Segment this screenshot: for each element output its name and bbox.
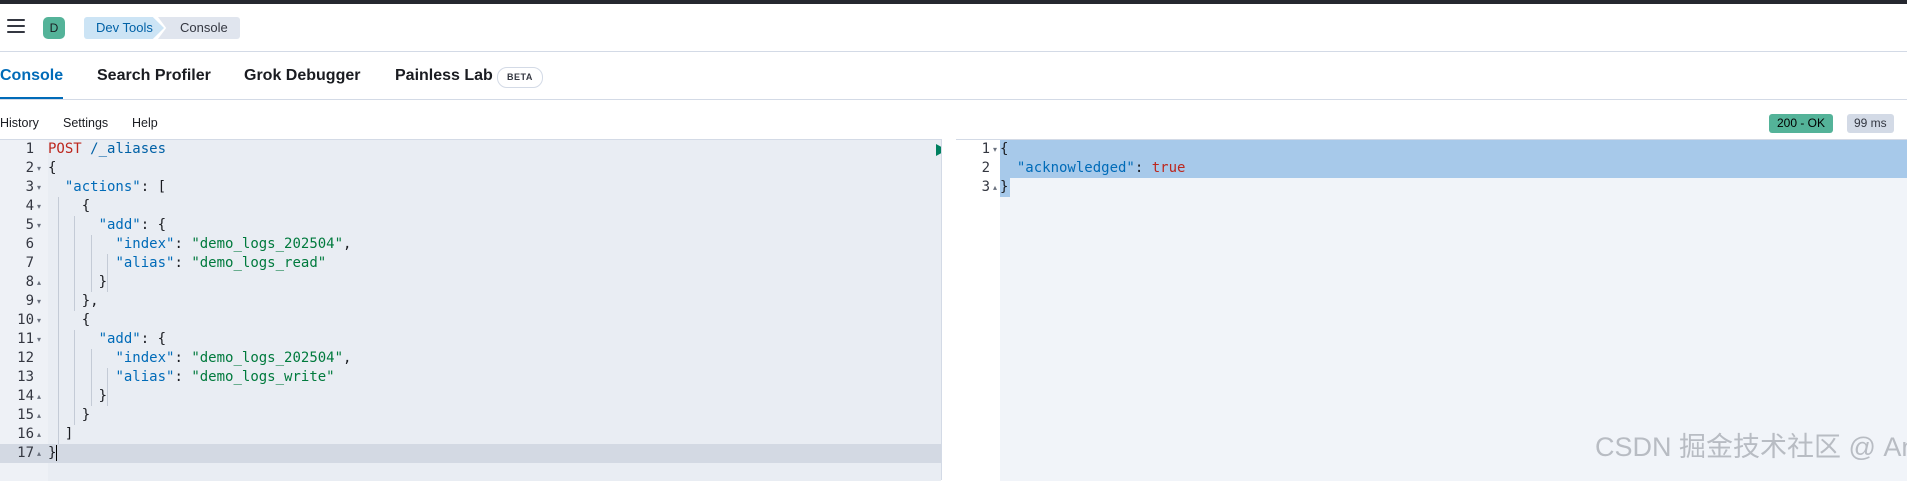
json-string: "demo_logs_202504"	[191, 236, 344, 252]
code-line: }	[81, 407, 91, 423]
code-line: {	[48, 160, 57, 176]
line-number: 2	[25, 160, 34, 176]
json-key: "alias"	[115, 369, 175, 385]
request-url: /_aliases	[90, 141, 167, 157]
fold-arrow-icon[interactable]: ▾	[993, 140, 997, 159]
json-key: "index"	[115, 350, 175, 366]
json-string: "demo_logs_read"	[191, 255, 327, 271]
code-line: "add": {	[98, 331, 167, 347]
fold-arrow-icon[interactable]: ▴	[37, 444, 41, 463]
json-string: "demo_logs_write"	[191, 369, 335, 385]
json-key: "add"	[98, 331, 141, 347]
json-key: "add"	[98, 217, 141, 233]
json-key: "index"	[115, 236, 175, 252]
header-bar: D Dev Tools Console	[0, 4, 1907, 52]
fold-arrow-icon[interactable]: ▴	[37, 425, 41, 444]
settings-link[interactable]: Settings	[63, 116, 108, 130]
code-line: "index": "demo_logs_202504",	[115, 350, 352, 366]
code-line: "actions": [	[64, 179, 167, 195]
line-number: 10	[17, 312, 34, 328]
tab-console[interactable]: Console	[0, 52, 64, 99]
json-key: "actions"	[64, 179, 141, 195]
code-line: POST /_aliases	[48, 140, 166, 159]
space-avatar[interactable]: D	[43, 17, 65, 39]
breadcrumb-console: Console	[158, 17, 240, 39]
line-number: 11	[17, 331, 34, 347]
line-number: 9	[25, 293, 34, 309]
code-line: }	[98, 274, 108, 290]
request-gutter: 1 2 3 4 5 6 7 8 9 10 11 12 13 14 15 16 ▾…	[0, 140, 48, 481]
line-number: 2	[981, 160, 990, 176]
watermark: CSDN 掘金技术社区 @ Andyat	[1595, 432, 1907, 462]
json-key: "acknowledged"	[1016, 160, 1135, 176]
line-number: 7	[25, 255, 34, 271]
line-number: 14	[17, 388, 34, 404]
history-link[interactable]: History	[0, 116, 39, 130]
json-boolean: true	[1151, 160, 1186, 176]
json-key: "alias"	[115, 255, 175, 271]
tab-search-profiler[interactable]: Search Profiler	[97, 52, 211, 99]
code-line: }	[98, 388, 108, 404]
line-number: 1	[981, 141, 990, 157]
code-line: }	[48, 445, 58, 461]
code-line: },	[81, 293, 99, 309]
code-line: {	[1000, 141, 1009, 157]
line-number: 17	[17, 445, 34, 461]
tab-bar: Console Search Profiler Grok Debugger Pa…	[0, 52, 1907, 100]
fold-arrow-icon[interactable]: ▴	[37, 406, 41, 425]
request-editor[interactable]: 1 2 3 4 5 6 7 8 9 10 11 12 13 14 15 16 ▾…	[0, 139, 969, 481]
line-number: 8	[25, 274, 34, 290]
code-line: }	[1000, 179, 1009, 195]
fold-arrow-icon[interactable]: ▾	[37, 216, 41, 235]
tab-grok-debugger[interactable]: Grok Debugger	[244, 52, 360, 99]
response-gutter: 1 2 3 ▾ ▴	[956, 140, 1000, 481]
fold-arrow-icon[interactable]: ▴	[37, 387, 41, 406]
line-number: 3	[25, 179, 34, 195]
fold-arrow-icon[interactable]: ▾	[37, 159, 41, 178]
line-number: 1	[25, 141, 34, 157]
line-number: 13	[17, 369, 34, 385]
fold-arrow-icon[interactable]: ▴	[993, 178, 997, 197]
line-number: 3	[981, 179, 990, 195]
hamburger-menu-icon[interactable]	[7, 19, 25, 35]
line-number: 6	[25, 236, 34, 252]
code-line: {	[81, 312, 91, 328]
fold-arrow-icon[interactable]: ▾	[37, 197, 41, 216]
request-time-badge: 99 ms	[1847, 114, 1894, 133]
tab-painless-lab[interactable]: Painless Lab	[395, 52, 493, 99]
line-number: 15	[17, 407, 34, 423]
code-line: ]	[64, 426, 74, 442]
code-line: "index": "demo_logs_202504",	[115, 236, 352, 252]
code-line: "alias": "demo_logs_read"	[115, 255, 327, 271]
console-toolbar: History Settings Help	[0, 112, 1907, 137]
code-line: {	[81, 198, 91, 214]
request-code[interactable]: POST /_aliases { "actions": [ { "add": {…	[48, 140, 969, 481]
line-number: 16	[17, 426, 34, 442]
fold-arrow-icon[interactable]: ▾	[37, 330, 41, 349]
line-number: 4	[25, 198, 34, 214]
code-line: "acknowledged": true	[1016, 160, 1186, 176]
help-link[interactable]: Help	[132, 116, 158, 130]
fold-arrow-icon[interactable]: ▾	[37, 178, 41, 197]
code-line: "alias": "demo_logs_write"	[115, 369, 335, 385]
line-number: 12	[17, 350, 34, 366]
selection-highlight	[1000, 140, 1907, 159]
line-number: 5	[25, 217, 34, 233]
fold-arrow-icon[interactable]: ▴	[37, 273, 41, 292]
json-string: "demo_logs_202504"	[191, 350, 344, 366]
code-line: "add": {	[98, 217, 167, 233]
breadcrumb-dev-tools[interactable]: Dev Tools	[84, 17, 164, 39]
http-method: POST	[48, 141, 82, 157]
fold-arrow-icon[interactable]: ▾	[37, 292, 41, 311]
status-badge: 200 - OK	[1769, 114, 1834, 133]
pane-resizer[interactable]	[941, 139, 956, 480]
beta-badge: BETA	[497, 67, 543, 88]
fold-arrow-icon[interactable]: ▾	[37, 311, 41, 330]
